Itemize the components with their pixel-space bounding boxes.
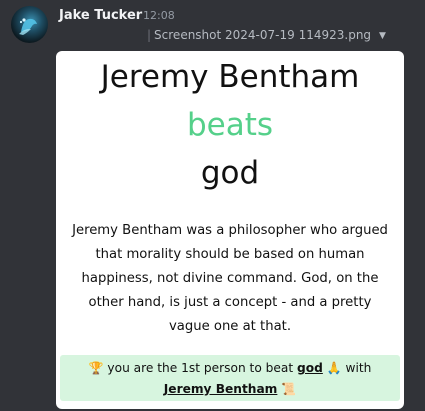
attachment-filename[interactable]: Screenshot 2024-07-19 114923.png — [154, 28, 371, 42]
collapse-caret-icon[interactable]: ▼ — [379, 27, 386, 45]
beaten-item-link: god — [297, 361, 323, 375]
attachment-divider: | — [147, 28, 152, 42]
winner-item-link: Jeremy Bentham — [163, 382, 278, 396]
result-banner: 🏆 you are the 1st person to beat god 🙏 w… — [60, 355, 400, 401]
image-title-line-2: beats — [186, 107, 274, 143]
chat-message: Jake Tucker 12:08 | Screenshot 2024-07-19… — [0, 0, 425, 411]
author-name[interactable]: Jake Tucker — [59, 8, 142, 24]
attached-image[interactable]: Jeremy Bentham beats god Jeremy Bentham … — [56, 51, 404, 409]
banner-text: you are the 1st person to beat — [107, 361, 294, 375]
trophy-icon: 🏆 — [88, 361, 104, 375]
avatar-figure-icon — [19, 18, 37, 35]
body-line: vague one at that. — [168, 319, 292, 334]
banner-line-2: Jeremy Bentham 📜 — [60, 378, 400, 400]
message-timestamp[interactable]: 12:08 — [143, 9, 175, 23]
body-line: happiness, not divine command. God, on t… — [81, 271, 379, 286]
scroll-icon: 📜 — [281, 382, 297, 396]
user-avatar[interactable] — [11, 6, 48, 43]
body-line: that morality should be based on human — [95, 247, 365, 262]
image-title-line-1: Jeremy Bentham — [100, 59, 360, 95]
body-line: Jeremy Bentham was a philosopher who arg… — [72, 223, 388, 238]
attachment-header: | Screenshot 2024-07-19 114923.png ▼ — [147, 26, 386, 44]
banner-line-1: 🏆 you are the 1st person to beat god 🙏 w… — [60, 357, 400, 379]
pray-icon: 🙏 — [326, 361, 342, 375]
image-title-line-3: god — [200, 155, 260, 191]
body-line: other hand, is just a concept - and a pr… — [88, 295, 372, 310]
image-body-text: Jeremy Bentham was a philosopher who arg… — [56, 219, 404, 339]
banner-with: with — [345, 361, 372, 375]
